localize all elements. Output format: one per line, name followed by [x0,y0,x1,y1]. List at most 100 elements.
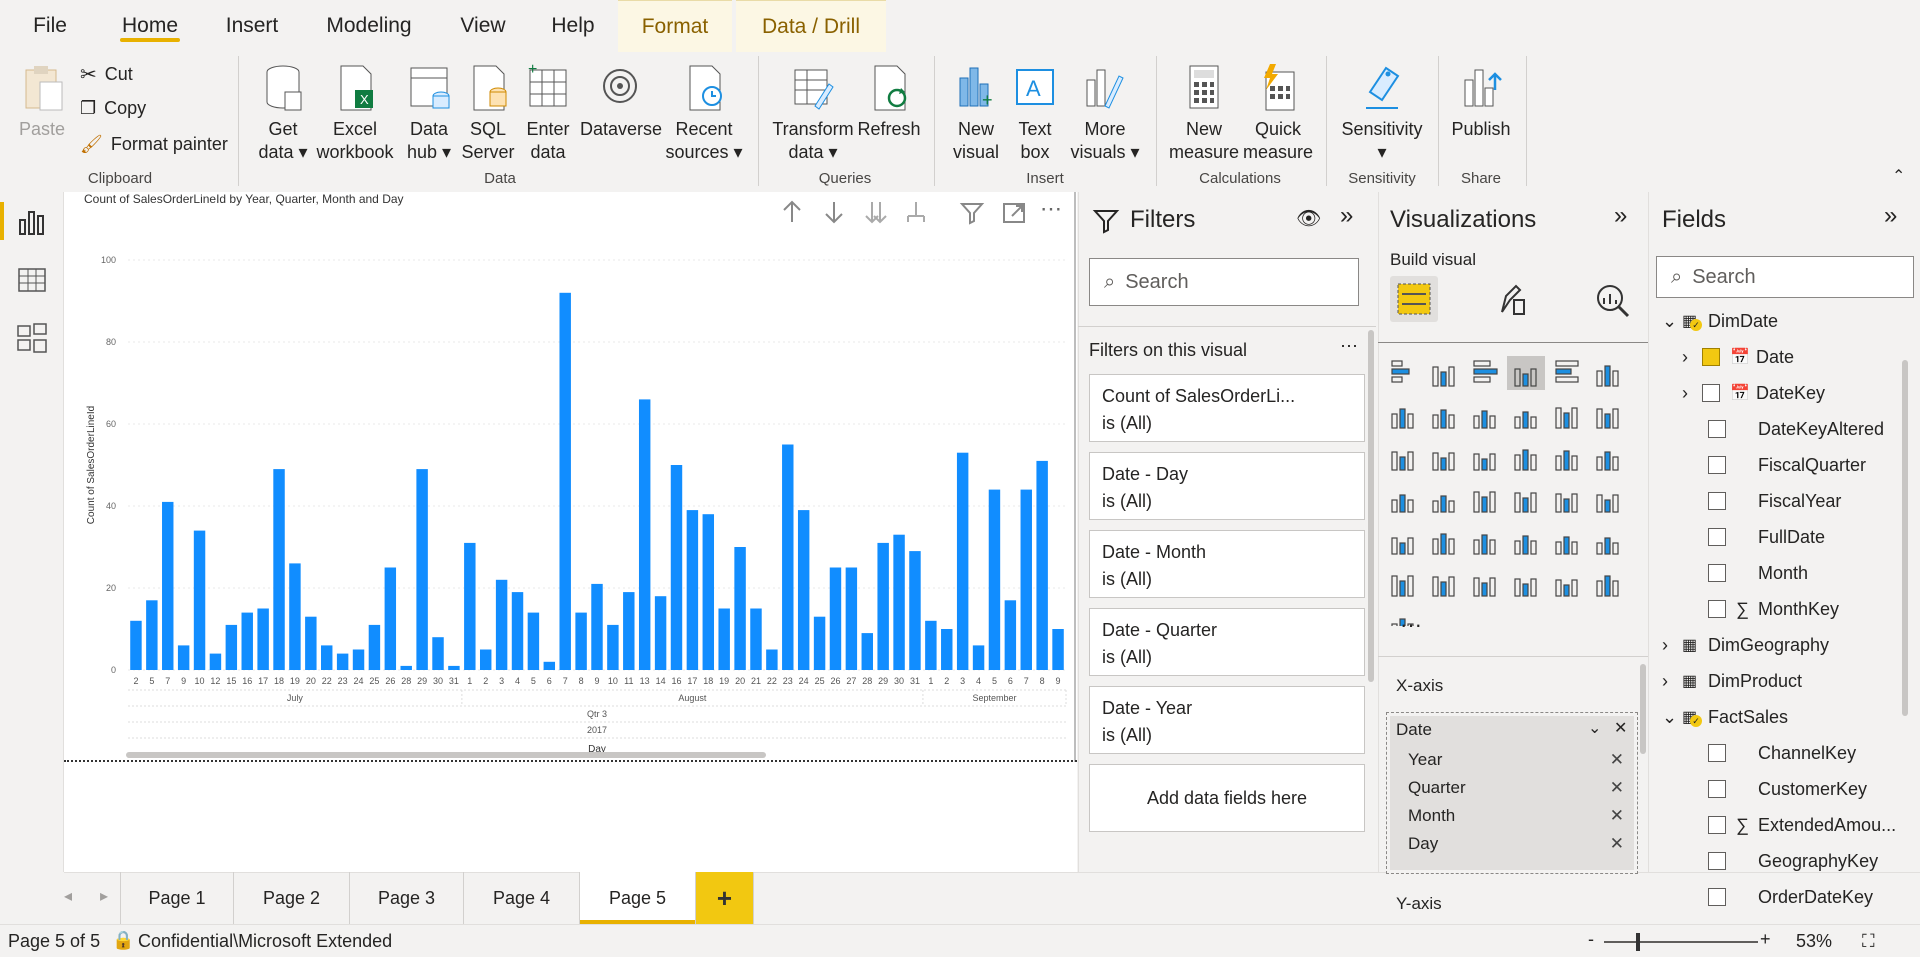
power-apps-visual-icon[interactable] [1596,575,1619,597]
line-clustered-chart-icon[interactable] [1555,407,1578,429]
filter-card[interactable]: Date - Day is (All) [1089,452,1365,520]
remove-level-icon[interactable]: ✕ [1610,746,1624,774]
paste-button[interactable]: Paste [14,62,70,141]
page-tab-3[interactable]: Page 3 [350,872,464,924]
field-item[interactable]: FullDate [1662,522,1902,552]
tab-home[interactable]: Home [120,0,180,52]
r-visual-icon[interactable] [1514,535,1537,555]
field-item[interactable]: ∑ MonthKey [1662,594,1902,624]
pie-chart-icon[interactable] [1514,449,1537,471]
remove-field-icon[interactable]: ✕ [1614,718,1627,738]
filter-card[interactable]: Count of SalesOrderLi... is (All) [1089,374,1365,442]
ribbon-chart-icon[interactable] [1596,408,1619,429]
zoom-out-button[interactable]: - [1588,929,1594,950]
filter-card[interactable]: Date - Year is (All) [1089,686,1365,754]
enter-data-button[interactable]: + Enter data [520,62,576,164]
slicer-visual-icon[interactable] [1391,537,1414,555]
get-data-button[interactable]: Get data ▾ [250,62,316,164]
field-item[interactable]: ∑ ExtendedAmou... [1662,810,1902,840]
sql-server-button[interactable]: SQL Server [458,62,518,164]
chevron-right-icon[interactable]: › [1682,383,1702,404]
100-bar-chart-icon[interactable] [1555,360,1579,383]
field-item[interactable]: FiscalYear [1662,486,1902,516]
field-item[interactable]: ChannelKey [1662,738,1902,768]
page-tab-1[interactable]: Page 1 [120,872,234,924]
page-tab-5[interactable]: Page 5 [580,872,696,924]
filters-scrollbar[interactable] [1368,330,1374,682]
collapse-fields-icon[interactable]: » [1884,202,1897,230]
tab-view[interactable]: View [458,0,508,52]
field-checkbox[interactable] [1708,852,1726,870]
recent-sources-button[interactable]: Recent sources ▾ [662,62,746,164]
paginated-report-visual-icon[interactable] [1514,578,1537,597]
filter-card[interactable]: Date - Month is (All) [1089,530,1365,598]
field-checkbox[interactable] [1708,600,1726,618]
copy-button[interactable]: ❐ Copy [80,98,146,119]
collapse-ribbon-icon[interactable]: ⌃ [1892,166,1905,186]
next-page-icon[interactable]: ▸ [100,886,108,906]
fit-to-page-icon[interactable]: ⛶ [1862,931,1875,952]
visual-types-gallery[interactable] [1388,356,1628,626]
data-hub-button[interactable]: Data hub ▾ [398,62,460,164]
field-checkbox[interactable] [1708,816,1726,834]
field-table[interactable]: › ▦ DimGeography [1662,630,1902,660]
tab-format[interactable]: Format [618,0,732,52]
viz-scrollbar[interactable] [1640,664,1646,754]
field-checkbox[interactable] [1708,420,1726,438]
report-view-icon[interactable] [16,206,48,238]
tab-modeling[interactable]: Modeling [322,0,416,52]
page-tab-4[interactable]: Page 4 [464,872,580,924]
fields-scrollbar[interactable] [1902,360,1908,716]
area-chart-icon[interactable] [1432,409,1455,429]
filled-map-visual-icon[interactable] [1432,495,1455,513]
field-checkbox[interactable] [1708,780,1726,798]
field-checkbox[interactable] [1708,528,1726,546]
azure-map-visual-icon[interactable] [1555,579,1578,597]
field-table[interactable]: ⌄▦✓FactSales [1662,702,1902,732]
filters-more-icon[interactable]: ⋯ [1340,336,1358,357]
chevron-down-icon[interactable]: ⌄ [1662,311,1682,332]
field-item[interactable]: Month [1662,558,1902,588]
chevron-right-icon[interactable]: › [1662,635,1682,656]
transform-data-button[interactable]: Transform data ▾ [770,62,856,164]
field-table[interactable]: ⌄▦✓DimDate [1662,306,1902,336]
publish-button[interactable]: Publish [1446,62,1516,141]
filter-card[interactable]: Date - Quarter is (All) [1089,608,1365,676]
key-influencers-visual-icon[interactable] [1596,537,1619,555]
fields-search-input[interactable]: ⌕ Search [1656,256,1914,298]
stacked-column-chart-icon[interactable] [1432,366,1455,387]
decomposition-tree-visual-icon[interactable] [1391,575,1414,597]
treemap-chart-icon[interactable] [1596,451,1619,471]
stacked-area-chart-icon[interactable] [1473,410,1496,429]
chevron-down-icon[interactable]: ⌄ [1588,718,1601,738]
smart-narrative-visual-icon[interactable] [1473,577,1496,597]
sensitivity-button[interactable]: Sensitivity ▾ [1336,62,1428,164]
scatter-chart-icon[interactable] [1473,453,1496,471]
field-checkbox[interactable] [1702,348,1720,366]
field-checkbox[interactable] [1702,384,1720,402]
field-table[interactable]: › ▦ DimProduct [1662,666,1902,696]
matrix-visual-icon[interactable] [1473,534,1496,555]
chart-scrollbar[interactable] [126,752,766,758]
remove-level-icon[interactable]: ✕ [1610,830,1624,858]
excel-workbook-button[interactable]: X Excel workbook [316,62,394,164]
chevron-down-icon[interactable]: ⌄ [1662,707,1682,728]
filters-search-input[interactable]: ⌕ Search [1089,258,1359,306]
field-checkbox[interactable] [1708,888,1726,906]
map-visual-icon[interactable] [1391,494,1414,513]
table-visual-icon[interactable] [1432,533,1455,555]
field-item[interactable]: OrderDateKey [1662,882,1902,912]
remove-level-icon[interactable]: ✕ [1610,774,1624,802]
zoom-slider[interactable] [1604,941,1758,943]
field-checkbox[interactable] [1708,744,1726,762]
sensitivity-label[interactable]: Confidential\Microsoft Extended [138,931,392,952]
remove-level-icon[interactable]: ✕ [1610,802,1624,830]
card-visual-icon[interactable] [1514,492,1537,513]
collapse-viz-icon[interactable]: » [1614,202,1627,230]
format-visual-icon[interactable] [1494,282,1530,318]
hierarchy-level[interactable]: Quarter ✕ [1388,774,1634,802]
field-checkbox[interactable] [1708,456,1726,474]
dataverse-button[interactable]: Dataverse [580,62,662,141]
field-checkbox[interactable] [1708,492,1726,510]
field-item[interactable]: › 📅 DateKey [1662,378,1902,408]
